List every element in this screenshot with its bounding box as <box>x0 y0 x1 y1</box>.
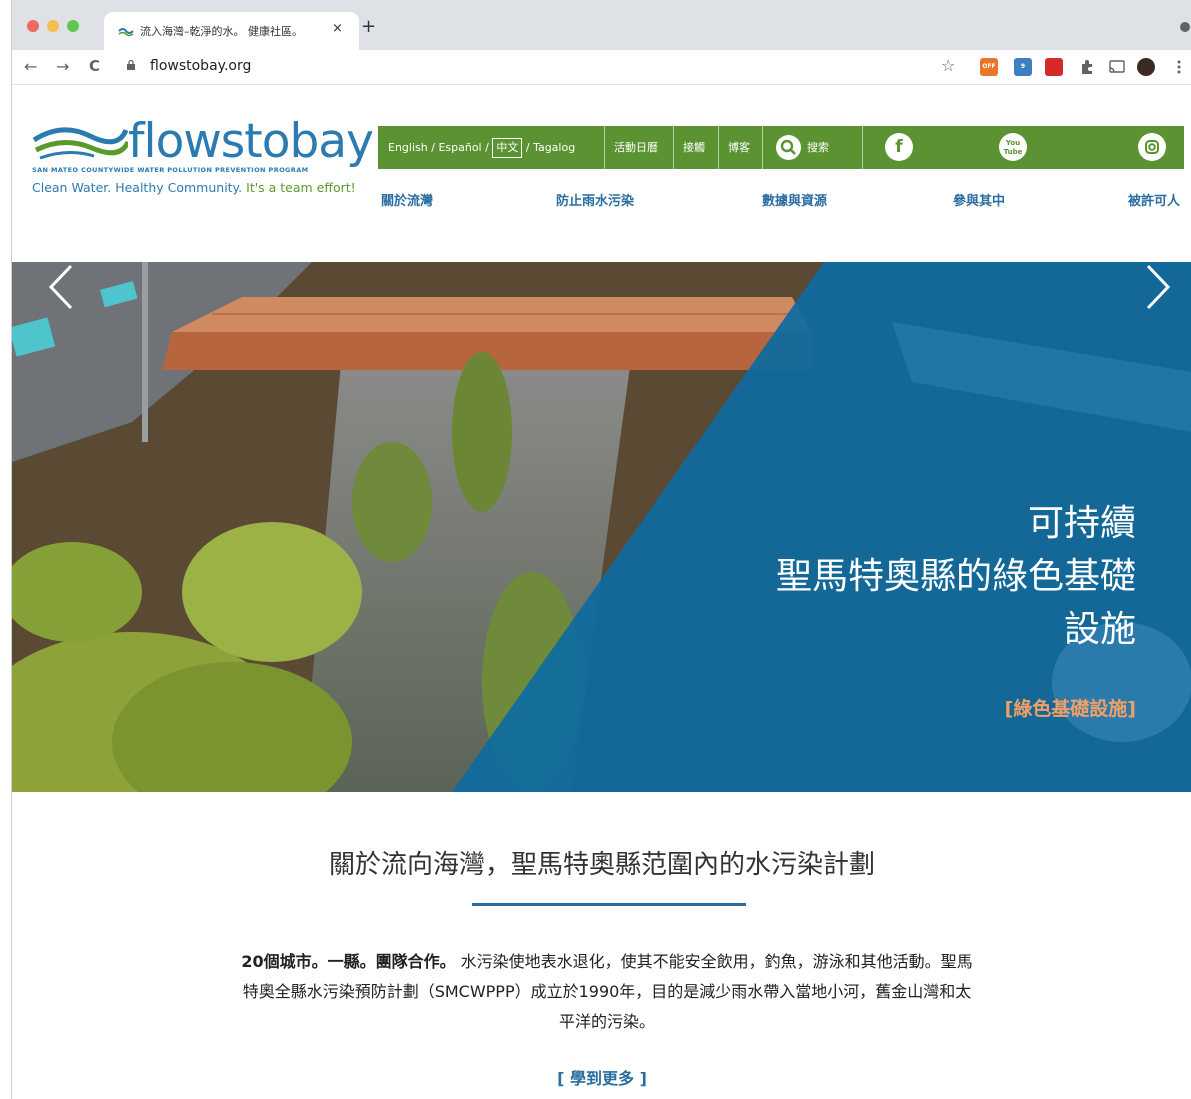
contact-link[interactable]: 接觸 <box>683 126 705 169</box>
nav-get-involved[interactable]: 參與其中 <box>953 190 1005 209</box>
cast-icon[interactable] <box>1108 58 1126 76</box>
extensions-puzzle-icon[interactable] <box>1078 58 1096 76</box>
search-icon[interactable] <box>776 135 801 160</box>
blog-link[interactable]: 博客 <box>728 126 750 169</box>
about-title: 關於流向海灣，聖馬特奧縣范圍內的水污染計劃 <box>328 850 875 880</box>
tab-close-icon[interactable]: × <box>332 21 343 36</box>
site-header: flowstobay SAN MATEO COUNTYWIDE WATER PO… <box>12 86 1191 262</box>
browser-toolbar: ← → C flowstobay.org ☆ OFF 9 <box>12 50 1191 85</box>
back-icon[interactable]: ← <box>24 57 37 76</box>
instagram-icon[interactable] <box>1138 133 1166 161</box>
translate-extension-icon[interactable]: 9 <box>1014 58 1032 76</box>
learn-more-link[interactable]: [ 學到更多 ] <box>12 1065 1191 1089</box>
utility-bar: English / Español / 中文 / Tagalog 活動日曆 接觸… <box>378 126 1184 169</box>
logo-subtitle: SAN MATEO COUNTYWIDE WATER POLLUTION PRE… <box>32 166 309 174</box>
favicon-icon <box>118 28 134 37</box>
hero-headline: 可持續 聖馬特奧縣的綠色基礎 設施 <box>775 503 1136 650</box>
bookmark-star-icon[interactable]: ☆ <box>941 56 955 75</box>
tab-bar: 流入海灣–乾淨的水。 健康社區。 × + <box>12 0 1191 50</box>
nav-about[interactable]: 關於流灣 <box>381 190 433 209</box>
tab-search-icon[interactable] <box>1180 22 1190 32</box>
facebook-icon[interactable]: f <box>885 133 913 161</box>
hero-prev-arrow-icon[interactable] <box>45 262 77 312</box>
nav-data-resources[interactable]: 數據與資源 <box>762 190 827 209</box>
wave-logo-icon <box>32 127 128 160</box>
hero-next-arrow-icon[interactable] <box>1142 262 1174 312</box>
logo-wordmark: flowstobay <box>128 114 374 169</box>
lang-tagalog[interactable]: Tagalog <box>533 141 575 154</box>
hero-slider: 可持續 聖馬特奧縣的綠色基礎 設施 [綠色基礎設施] <box>12 262 1191 792</box>
maximize-window-button[interactable] <box>67 20 79 32</box>
about-section: 關於流向海灣，聖馬特奧縣范圍內的水污染計劃 20個城市。一縣。團隊合作。 水污染… <box>12 792 1191 1099</box>
close-window-button[interactable] <box>27 20 39 32</box>
nav-prevent-pollution[interactable]: 防止雨水污染 <box>556 190 634 209</box>
calendar-link[interactable]: 活動日曆 <box>614 126 658 169</box>
title-divider <box>472 903 746 906</box>
minimize-window-button[interactable] <box>47 20 59 32</box>
browser-window: 流入海灣–乾淨的水。 健康社區。 × + ← → C flowstobay.or… <box>11 0 1191 1099</box>
lang-espanol[interactable]: Español <box>438 141 481 154</box>
forward-icon[interactable]: → <box>56 57 69 76</box>
logo-tagline: Clean Water. Healthy Community. It's a t… <box>32 180 356 195</box>
tab-title: 流入海灣–乾淨的水。 健康社區。 <box>140 25 303 38</box>
new-tab-button[interactable]: + <box>361 18 376 36</box>
lang-english[interactable]: English <box>388 141 428 154</box>
address-bar[interactable]: flowstobay.org <box>150 58 251 74</box>
pdf-extension-icon[interactable] <box>1045 58 1063 76</box>
youtube-icon[interactable]: You Tube <box>999 133 1027 161</box>
profile-avatar[interactable] <box>1137 58 1155 76</box>
nav-permittees[interactable]: 被許可人 <box>1128 190 1180 209</box>
lock-icon <box>127 60 135 70</box>
language-switcher: English / Español / 中文 / Tagalog <box>388 126 575 169</box>
browser-tab[interactable]: 流入海灣–乾淨的水。 健康社區。 × <box>104 12 359 50</box>
menu-dots-icon[interactable] <box>1170 58 1188 76</box>
search-link[interactable]: 搜索 <box>807 126 829 169</box>
lang-chinese[interactable]: 中文 <box>492 138 523 158</box>
reload-icon[interactable]: C <box>89 57 100 75</box>
hero-green-infrastructure-link[interactable]: [綠色基礎設施] <box>1005 694 1136 721</box>
flowstobay-logo[interactable]: flowstobay SAN MATEO COUNTYWIDE WATER PO… <box>32 114 374 204</box>
coupon-extension-icon[interactable]: OFF <box>980 58 998 76</box>
about-body: 20個城市。一縣。團隊合作。 水污染使地表水退化，使其不能安全飲用，釣魚，游泳和… <box>241 952 973 1031</box>
